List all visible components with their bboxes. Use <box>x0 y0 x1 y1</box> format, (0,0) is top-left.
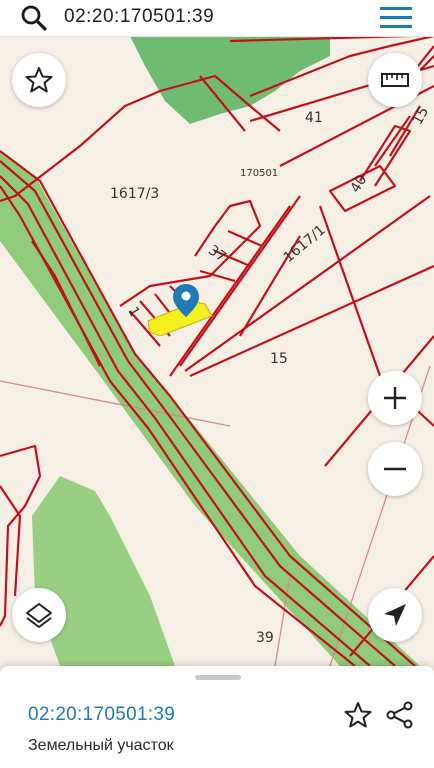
ruler-icon <box>381 73 409 87</box>
parcel-label: 15 <box>270 351 288 367</box>
plus-icon <box>384 387 406 409</box>
navigation-arrow-icon <box>384 604 406 626</box>
drag-handle[interactable] <box>195 675 241 680</box>
zoom-in-button[interactable] <box>368 371 422 425</box>
favorite-button[interactable] <box>12 53 66 107</box>
parcel-label: 1617/3 <box>110 186 160 202</box>
layers-button[interactable] <box>12 588 66 642</box>
zoom-out-button[interactable] <box>368 442 422 496</box>
star-icon <box>25 67 53 93</box>
bottom-sheet[interactable]: 02:20:170501:39 Земельный участок <box>0 666 434 768</box>
parcel-label: 41 <box>305 110 323 126</box>
parcel-label: 39 <box>256 630 274 646</box>
ruler-button[interactable] <box>368 53 422 107</box>
locate-button[interactable] <box>368 588 422 642</box>
search-icon[interactable] <box>20 4 48 32</box>
menu-icon[interactable] <box>380 5 412 31</box>
search-bar[interactable]: 02:20:170501:39 <box>0 0 434 37</box>
parcel-label: 170501 <box>240 168 279 179</box>
parcel-code: 02:20:170501:39 <box>28 704 176 725</box>
parcel-type: Земельный участок <box>28 737 174 754</box>
search-input[interactable]: 02:20:170501:39 <box>64 6 214 28</box>
star-icon[interactable] <box>343 700 373 730</box>
map-canvas[interactable]: 1617/3 41 170501 40 37 1617/1 1 15 15 39 <box>0 36 434 666</box>
share-icon[interactable] <box>385 700 415 730</box>
minus-icon <box>384 467 406 471</box>
map-layer <box>0 36 434 666</box>
layers-icon <box>26 603 52 628</box>
